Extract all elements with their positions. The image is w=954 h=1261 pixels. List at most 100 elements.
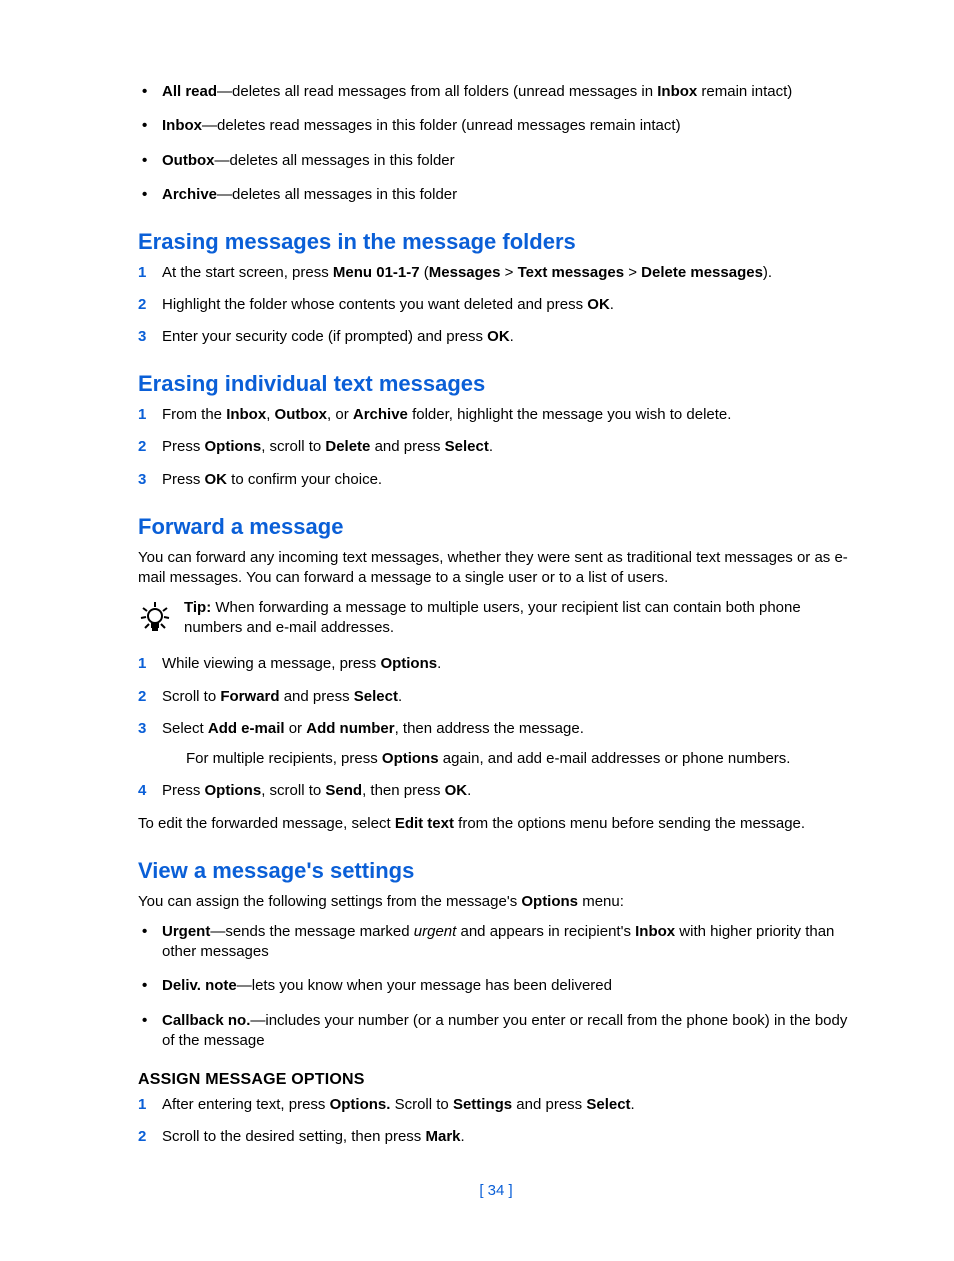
text: —deletes all messages in this folder — [217, 186, 457, 203]
menu-item: Add number — [306, 720, 394, 737]
text: Scroll to — [390, 1096, 453, 1113]
tip-label: Tip: — [184, 599, 211, 616]
text: —includes your number (or a number you e… — [162, 1012, 847, 1049]
text: You can assign the following settings fr… — [138, 893, 521, 910]
menu-item: Settings — [453, 1096, 512, 1113]
heading-erasing-individual: Erasing individual text messages — [138, 369, 854, 399]
step: Scroll to the desired setting, then pres… — [138, 1127, 854, 1147]
heading-assign-options: ASSIGN MESSAGE OPTIONS — [138, 1069, 854, 1091]
term: Archive — [162, 186, 217, 203]
page-number: [ 34 ] — [138, 1181, 854, 1201]
folder: Archive — [353, 406, 408, 423]
key: Options. — [330, 1096, 391, 1113]
key: OK — [445, 782, 468, 799]
list-item: Archive—deletes all messages in this fol… — [138, 185, 854, 205]
key: Mark — [425, 1128, 460, 1145]
term: Deliv. note — [162, 977, 237, 994]
text: —deletes all messages in this folder — [215, 152, 455, 169]
key: Options — [205, 438, 262, 455]
text: or — [285, 720, 307, 737]
text: After entering text, press — [162, 1096, 330, 1113]
steps-assign: After entering text, press Options. Scro… — [138, 1095, 854, 1148]
step: Press Options, scroll to Delete and pres… — [138, 437, 854, 457]
text: , then press — [362, 782, 445, 799]
text: While viewing a message, press — [162, 655, 380, 672]
tip-block: Tip: When forwarding a message to multip… — [138, 598, 854, 640]
menu-item: Add e-mail — [208, 720, 285, 737]
text: . — [467, 782, 471, 799]
menu-item: Messages — [429, 264, 501, 281]
text: Scroll to the desired setting, then pres… — [162, 1128, 425, 1145]
menu-item: Delete — [325, 438, 370, 455]
list-item: All read—deletes all read messages from … — [138, 82, 854, 102]
heading-forward: Forward a message — [138, 512, 854, 542]
step: After entering text, press Options. Scro… — [138, 1095, 854, 1115]
text: From the — [162, 406, 226, 423]
text: > — [624, 264, 641, 281]
text: . — [398, 688, 402, 705]
paragraph-forward: You can forward any incoming text messag… — [138, 548, 854, 589]
text: . — [461, 1128, 465, 1145]
text: Press — [162, 471, 205, 488]
text: , — [266, 406, 274, 423]
text: —deletes all read messages from all fold… — [217, 83, 657, 100]
text: and press — [512, 1096, 586, 1113]
text: —deletes read messages in this folder (u… — [202, 117, 681, 134]
menu-path: Menu 01-1-7 — [333, 264, 420, 281]
list-item: Callback no.—includes your number (or a … — [138, 1011, 854, 1052]
list-item: Deliv. note—lets you know when your mess… — [138, 976, 854, 996]
text: menu: — [578, 893, 624, 910]
text: . — [610, 296, 614, 313]
term: All read — [162, 83, 217, 100]
list-item: Urgent—sends the message marked urgent a… — [138, 922, 854, 963]
tip-text: Tip: When forwarding a message to multip… — [184, 598, 854, 639]
paragraph-view: You can assign the following settings fr… — [138, 892, 854, 912]
text: . — [510, 328, 514, 345]
text: . — [489, 438, 493, 455]
step: Enter your security code (if prompted) a… — [138, 327, 854, 347]
step: Highlight the folder whose contents you … — [138, 295, 854, 315]
heading-erasing-folders: Erasing messages in the message folders — [138, 227, 854, 257]
steps-erasing-individual: From the Inbox, Outbox, or Archive folde… — [138, 405, 854, 490]
text: and appears in recipient's — [456, 923, 635, 940]
text: ( — [420, 264, 429, 281]
list-item: Inbox—deletes read messages in this fold… — [138, 116, 854, 136]
text: remain intact) — [697, 83, 792, 100]
text: Highlight the folder whose contents you … — [162, 296, 587, 313]
italic: urgent — [414, 923, 457, 940]
text: > — [501, 264, 518, 281]
text: . — [631, 1096, 635, 1113]
steps-erasing-folders: At the start screen, press Menu 01-1-7 (… — [138, 263, 854, 348]
folder: Inbox — [635, 923, 675, 940]
step: Press OK to confirm your choice. — [138, 470, 854, 490]
key: OK — [587, 296, 610, 313]
text: ). — [763, 264, 772, 281]
step: Scroll to Forward and press Select. — [138, 687, 854, 707]
text: Scroll to — [162, 688, 220, 705]
term: Outbox — [162, 152, 215, 169]
text: , or — [327, 406, 353, 423]
term: Inbox — [162, 117, 202, 134]
menu-item: Text messages — [518, 264, 624, 281]
key: OK — [205, 471, 228, 488]
text: and press — [370, 438, 444, 455]
text: from the options menu before sending the… — [454, 815, 805, 832]
text: and press — [280, 688, 354, 705]
key: Select — [586, 1096, 630, 1113]
term: Urgent — [162, 923, 210, 940]
key: Select — [354, 688, 398, 705]
text: —lets you know when your message has bee… — [237, 977, 612, 994]
text: Press — [162, 438, 205, 455]
step: From the Inbox, Outbox, or Archive folde… — [138, 405, 854, 425]
text: For multiple recipients, press — [186, 750, 382, 767]
text: When forwarding a message to multiple us… — [184, 599, 801, 636]
list-item: Outbox—deletes all messages in this fold… — [138, 151, 854, 171]
lightbulb-icon — [138, 598, 184, 640]
folder-options-list: All read—deletes all read messages from … — [138, 82, 854, 205]
text: . — [437, 655, 441, 672]
menu-item: Forward — [220, 688, 279, 705]
step: At the start screen, press Menu 01-1-7 (… — [138, 263, 854, 283]
menu-item: Send — [325, 782, 362, 799]
step: Press Options, scroll to Send, then pres… — [138, 781, 854, 801]
key: Select — [445, 438, 489, 455]
